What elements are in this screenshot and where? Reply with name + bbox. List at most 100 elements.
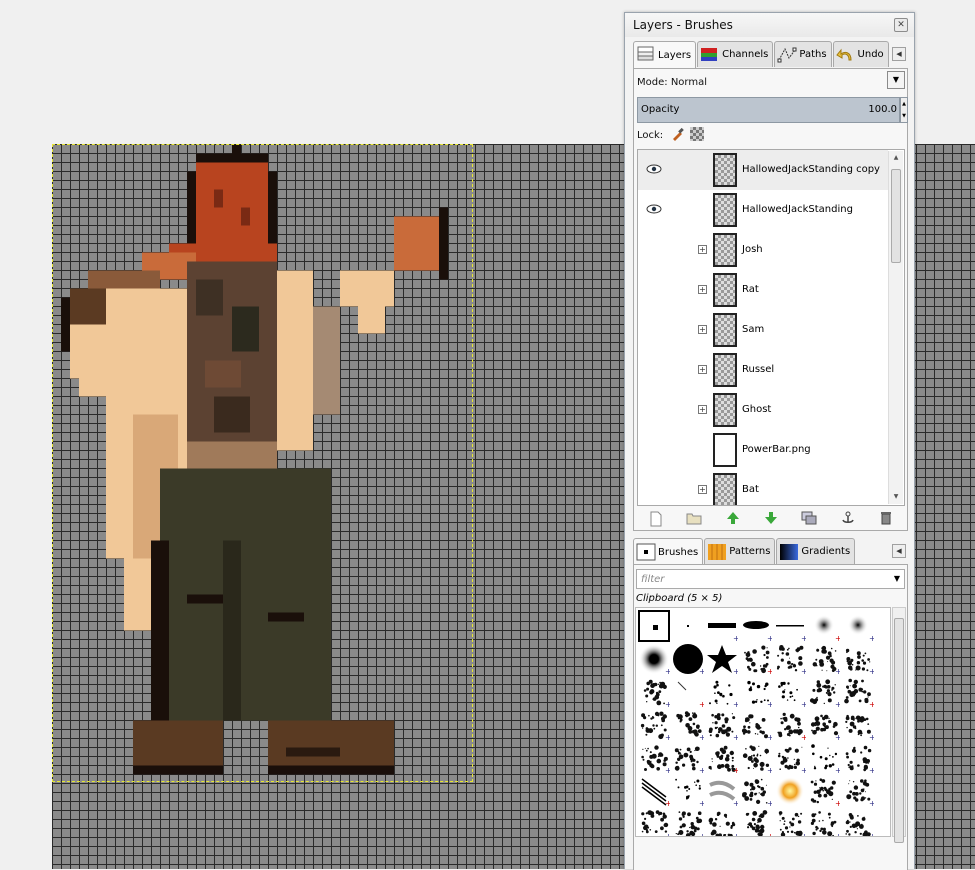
tab-channels[interactable]: Channels [697, 41, 773, 67]
layer-name[interactable]: Ghost [742, 404, 771, 415]
eye-icon[interactable] [646, 204, 662, 214]
close-icon[interactable]: ✕ [894, 18, 908, 32]
brush-item[interactable]: + [808, 808, 840, 837]
opacity-slider[interactable]: Opacity 100.0 [637, 97, 900, 123]
brush-item[interactable]: + [672, 676, 704, 708]
brush-item[interactable]: + [842, 742, 874, 774]
brush-filter-input[interactable]: filter ▼ [636, 569, 905, 589]
layers-scrollbar[interactable]: ▲ ▼ [888, 151, 903, 504]
brush-item[interactable]: + [774, 808, 806, 837]
brush-item[interactable]: + [842, 808, 874, 837]
expand-group-icon[interactable]: + [698, 245, 707, 254]
expand-group-icon[interactable]: + [698, 485, 707, 494]
mode-dropdown-icon[interactable]: ▼ [887, 71, 905, 89]
brush-item[interactable]: + [638, 643, 670, 675]
scroll-down-icon[interactable]: ▼ [891, 493, 901, 501]
layer-name[interactable]: HallowedJackStanding [742, 204, 853, 215]
brush-item[interactable]: + [842, 709, 874, 741]
brush-item[interactable]: + [706, 775, 738, 807]
brush-item[interactable]: + [808, 709, 840, 741]
brush-item[interactable]: + [740, 709, 772, 741]
brush-item[interactable]: + [638, 742, 670, 774]
upper-tab-menu-icon[interactable]: ◀ [892, 47, 906, 61]
lower-layer-icon[interactable] [763, 511, 779, 527]
raise-layer-icon[interactable] [725, 511, 741, 527]
tab-paths[interactable]: Paths [774, 41, 831, 67]
brush-item[interactable]: + [740, 610, 772, 642]
brush-item[interactable]: + [740, 643, 772, 675]
brush-item[interactable]: + [740, 676, 772, 708]
scroll-thumb[interactable] [891, 169, 901, 263]
brush-item[interactable]: + [638, 775, 670, 807]
eye-icon[interactable] [646, 164, 662, 174]
brush-item[interactable]: + [706, 709, 738, 741]
brush-item[interactable]: + [638, 709, 670, 741]
layer-name[interactable]: Sam [742, 324, 764, 335]
opacity-spinner[interactable]: ▲ ▼ [900, 97, 908, 123]
brush-item[interactable]: + [774, 610, 806, 642]
brush-item[interactable]: + [706, 742, 738, 774]
brush-scrollbar[interactable] [892, 607, 906, 837]
brush-item[interactable]: + [842, 643, 874, 675]
brush-item[interactable]: + [740, 742, 772, 774]
brush-item[interactable]: + [808, 676, 840, 708]
brush-item[interactable]: + [842, 610, 874, 642]
lower-tab-menu-icon[interactable]: ◀ [892, 544, 906, 558]
layer-row[interactable]: HallowedJackStanding [638, 190, 888, 230]
layer-row[interactable]: HallowedJackStanding copy [638, 150, 888, 190]
layer-row[interactable]: + Josh [638, 230, 888, 270]
brush-item[interactable]: + [672, 709, 704, 741]
brush-item[interactable]: + [842, 775, 874, 807]
mode-value[interactable]: Normal [671, 77, 707, 88]
new-group-icon[interactable] [686, 511, 702, 527]
brush-item[interactable]: + [672, 808, 704, 837]
lock-alpha-icon[interactable] [690, 127, 704, 141]
brush-item[interactable]: + [774, 709, 806, 741]
layer-row[interactable]: + Bat [638, 470, 888, 506]
tab-layers[interactable]: Layers [633, 41, 696, 68]
brush-item[interactable]: + [740, 808, 772, 837]
layer-name[interactable]: PowerBar.png [742, 444, 811, 455]
layer-name[interactable]: Josh [742, 244, 763, 255]
tab-undo[interactable]: Undo [833, 41, 889, 67]
layer-row[interactable]: PowerBar.png [638, 430, 888, 470]
brush-item[interactable]: + [706, 808, 738, 837]
brush-item[interactable]: + [842, 676, 874, 708]
brush-item[interactable]: + [808, 775, 840, 807]
anchor-layer-icon[interactable] [840, 511, 856, 527]
brush-scroll-thumb[interactable] [894, 618, 904, 843]
brush-item[interactable]: + [638, 676, 670, 708]
brush-item[interactable]: + [706, 610, 738, 642]
tab-patterns[interactable]: Patterns [704, 538, 775, 564]
brush-item[interactable]: + [672, 643, 704, 675]
scroll-up-icon[interactable]: ▲ [891, 154, 901, 162]
tab-gradients[interactable]: Gradients [776, 538, 855, 564]
expand-group-icon[interactable]: + [698, 365, 707, 374]
lock-pixels-icon[interactable] [671, 127, 685, 141]
brush-item[interactable]: + [672, 775, 704, 807]
layer-row[interactable]: + Ghost [638, 390, 888, 430]
expand-group-icon[interactable]: + [698, 325, 707, 334]
brush-item[interactable]: + [774, 676, 806, 708]
brush-item[interactable] [672, 610, 704, 642]
layer-name[interactable]: Rat [742, 284, 759, 295]
layer-name[interactable]: Russel [742, 364, 774, 375]
layer-name[interactable]: HallowedJackStanding copy [742, 164, 880, 175]
layer-name[interactable]: Bat [742, 484, 759, 495]
delete-layer-icon[interactable] [878, 511, 894, 527]
brush-item[interactable]: + [706, 676, 738, 708]
brush-item[interactable]: + [706, 643, 738, 675]
brush-item[interactable]: + [638, 808, 670, 837]
expand-group-icon[interactable]: + [698, 405, 707, 414]
duplicate-layer-icon[interactable] [801, 511, 817, 527]
tab-brushes[interactable]: Brushes [633, 538, 703, 565]
brush-item[interactable]: + [808, 610, 840, 642]
layer-row[interactable]: + Sam [638, 310, 888, 350]
brush-grid[interactable]: + + + + + + + + + + + + + + + + + + + + + + + + + + + + + + + + + + + + + + + +… [635, 607, 891, 837]
brush-item[interactable]: + [774, 742, 806, 774]
brush-item[interactable]: + [774, 643, 806, 675]
layer-row[interactable]: + Rat [638, 270, 888, 310]
new-layer-icon[interactable] [648, 511, 664, 527]
brush-item[interactable]: + [808, 643, 840, 675]
brush-item[interactable] [638, 610, 670, 642]
